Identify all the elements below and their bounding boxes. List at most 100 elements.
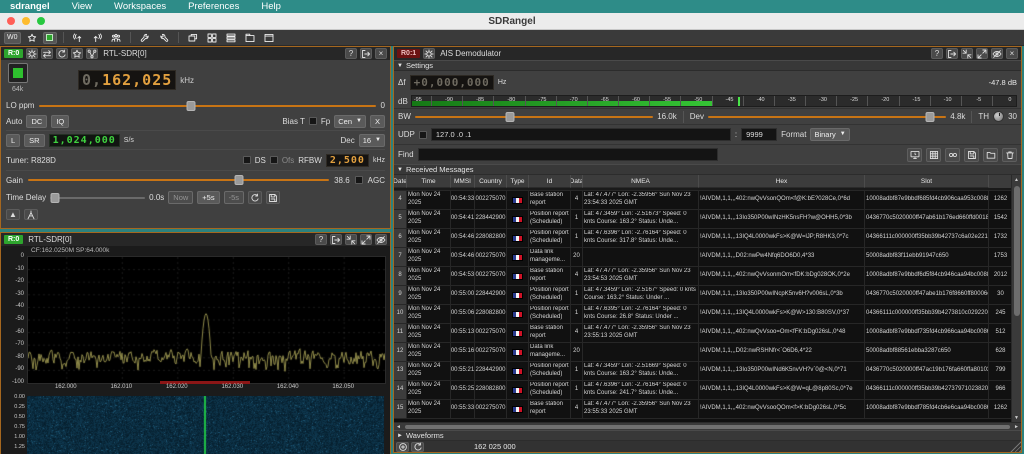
received-messages-header[interactable]: ▼Received Messages — [394, 164, 1021, 175]
table-row[interactable]: 14Mon Nov 24202500:55:25228082800Positio… — [394, 381, 1011, 400]
table-row[interactable]: 15Mon Nov 24202500:55:33002275070Base st… — [394, 400, 1011, 419]
iq-correction-button[interactable]: IQ — [51, 115, 69, 128]
vertical-scroll-thumb[interactable] — [1014, 186, 1020, 316]
load-workspace-icon[interactable] — [137, 32, 153, 44]
decimation-select[interactable]: 16▼ — [359, 134, 385, 147]
message-monitor-icon[interactable] — [907, 148, 922, 162]
spectrum-toggle-icon[interactable]: ▲ — [6, 209, 20, 220]
waveforms-section-header[interactable]: ►Waveforms — [394, 430, 1021, 441]
device-settings-gear-icon[interactable] — [26, 48, 38, 59]
replay-save-icon[interactable] — [266, 191, 280, 204]
gain-slider[interactable] — [28, 175, 329, 185]
ais-hide-icon[interactable] — [991, 48, 1003, 59]
direct-sampling-checkbox[interactable] — [243, 156, 251, 164]
time-delay-slider[interactable] — [50, 193, 145, 203]
spectrum-hide-icon[interactable] — [375, 234, 387, 245]
add-rx-device-icon[interactable] — [70, 32, 86, 44]
stack-windows-icon[interactable] — [223, 32, 239, 44]
center-frequency-display[interactable]: 0,162,025 — [78, 70, 176, 90]
ais-close-icon[interactable]: × — [1006, 48, 1018, 59]
udp-checkbox[interactable] — [419, 131, 427, 139]
messages-table-header[interactable]: DateTimeMMSICountryTypeIdDataNMEAHexSlot — [394, 175, 1011, 188]
feature-presets-icon[interactable] — [24, 32, 40, 44]
sample-rate-mode-button[interactable]: SR — [24, 134, 44, 147]
reload-device-icon[interactable] — [56, 48, 68, 59]
ais-move-workspace-icon[interactable] — [946, 48, 958, 59]
add-mimo-device-icon[interactable] — [108, 32, 124, 44]
scroll-down-arrow[interactable]: ▼ — [1014, 413, 1019, 422]
crosshair-icon[interactable] — [396, 442, 409, 452]
column-header-time[interactable]: Time — [407, 175, 451, 188]
find-input[interactable] — [418, 148, 718, 161]
ais-help-icon[interactable]: ? — [931, 48, 943, 59]
lock-rate-button[interactable]: L — [6, 134, 20, 147]
replay-loop-icon[interactable] — [248, 191, 262, 204]
spectrum-shrink-icon[interactable] — [345, 234, 357, 245]
spectrum-window-titlebar[interactable]: R:0 RTL-SDR[0] ? — [1, 233, 390, 246]
column-header-slot[interactable]: Slot — [865, 175, 989, 188]
vertical-scrollbar[interactable]: ▲ ▼ — [1011, 175, 1021, 422]
open-messages-icon[interactable] — [983, 148, 998, 162]
waterfall-plot[interactable] — [27, 396, 384, 454]
clear-messages-icon[interactable] — [1002, 148, 1017, 162]
replay-now-button[interactable]: Now — [168, 191, 193, 204]
spectrum-help-icon[interactable]: ? — [315, 234, 327, 245]
settings-section-header[interactable]: ▼Settings — [394, 60, 1021, 71]
rf-bandwidth-display[interactable]: 2,500 — [326, 154, 369, 167]
replay-plus5s-button[interactable]: +5s — [197, 191, 219, 204]
normal-window-icon[interactable] — [261, 32, 277, 44]
replay-minus5s-button[interactable]: -5s — [224, 191, 244, 204]
threshold-dial[interactable] — [993, 111, 1004, 122]
spectrum-move-workspace-icon[interactable] — [330, 234, 342, 245]
sample-rate-display[interactable]: 1,024,000 — [49, 134, 120, 147]
spectrum-maximize-icon[interactable] — [360, 234, 372, 245]
columns-grid-icon[interactable] — [926, 148, 941, 162]
ais-settings-gear-icon[interactable] — [423, 48, 435, 59]
format-select[interactable]: Binary▼ — [810, 128, 849, 141]
save-messages-icon[interactable] — [964, 148, 979, 162]
lo-ppm-slider[interactable] — [39, 101, 375, 111]
column-header-mmsi[interactable]: MMSI — [451, 175, 475, 188]
ais-window-titlebar[interactable]: R0:1 AIS Demodulator ? × — [394, 47, 1021, 60]
column-header-date[interactable]: Date — [394, 175, 407, 188]
column-header-data[interactable]: Data — [571, 175, 583, 188]
resize-grip[interactable] — [1010, 441, 1021, 452]
horizontal-scrollbar[interactable]: ◄ ► — [394, 422, 1021, 430]
device-help-icon[interactable]: ? — [345, 48, 357, 59]
spectrum-plot[interactable] — [27, 256, 386, 384]
view-ships-icon[interactable] — [945, 148, 960, 162]
device-window-titlebar[interactable]: R:0 RTL-SDR[0] ? × — [1, 47, 390, 60]
device-close-icon[interactable]: × — [375, 48, 387, 59]
delta-f-display[interactable]: +0,000,000 — [410, 75, 494, 90]
bw-slider[interactable] — [415, 112, 653, 122]
save-workspace-icon[interactable] — [156, 32, 172, 44]
dev-slider[interactable] — [708, 112, 946, 122]
table-row[interactable]: 4Mon Nov 24202500:54:33002275070Base sta… — [394, 191, 1011, 210]
table-row[interactable]: 10Mon Nov 24202500:55:06228082800Positio… — [394, 305, 1011, 324]
change-device-icon[interactable] — [41, 48, 53, 59]
table-row[interactable]: 6Mon Nov 24202500:54:46228082800Position… — [394, 229, 1011, 248]
table-row[interactable]: 13Mon Nov 24202500:55:21228442900Positio… — [394, 362, 1011, 381]
menu-workspaces[interactable]: Workspaces — [114, 1, 166, 12]
table-row[interactable]: 5Mon Nov 24202500:54:41228442900Position… — [394, 210, 1011, 229]
device-move-workspace-icon[interactable] — [360, 48, 372, 59]
fc-position-select[interactable]: Cen▼ — [334, 115, 366, 128]
add-tx-device-icon[interactable] — [89, 32, 105, 44]
table-row[interactable]: 11Mon Nov 24202500:55:13002275070Base st… — [394, 324, 1011, 343]
menu-app[interactable]: sdrangel — [10, 1, 50, 12]
scroll-left-arrow[interactable]: ◄ — [394, 424, 403, 430]
ais-maximize-icon[interactable] — [976, 48, 988, 59]
refresh-icon[interactable] — [411, 442, 424, 452]
table-row[interactable]: 9Mon Nov 24202500:55:00228442900Position… — [394, 286, 1011, 305]
column-header-nmea[interactable]: NMEA — [583, 175, 699, 188]
horizontal-scroll-thumb[interactable] — [405, 425, 1010, 429]
agc-checkbox[interactable] — [355, 176, 363, 184]
udp-address-input[interactable]: 127.0 .0 .1 — [431, 128, 731, 141]
table-row[interactable]: 12Mon Nov 24202500:55:16002275070Data li… — [394, 343, 1011, 362]
tabify-windows-icon[interactable] — [242, 32, 258, 44]
table-row[interactable]: 7Mon Nov 24202500:54:46002275070Data lin… — [394, 248, 1011, 267]
sort-indicator[interactable]: ▲ — [1014, 175, 1019, 184]
workspace-button[interactable]: W0 — [4, 32, 21, 44]
spectrum-display[interactable]: CF:162.0250M SP:64.000k 0-10-20-30-40-50… — [1, 246, 390, 454]
add-channels-icon[interactable] — [86, 48, 98, 59]
